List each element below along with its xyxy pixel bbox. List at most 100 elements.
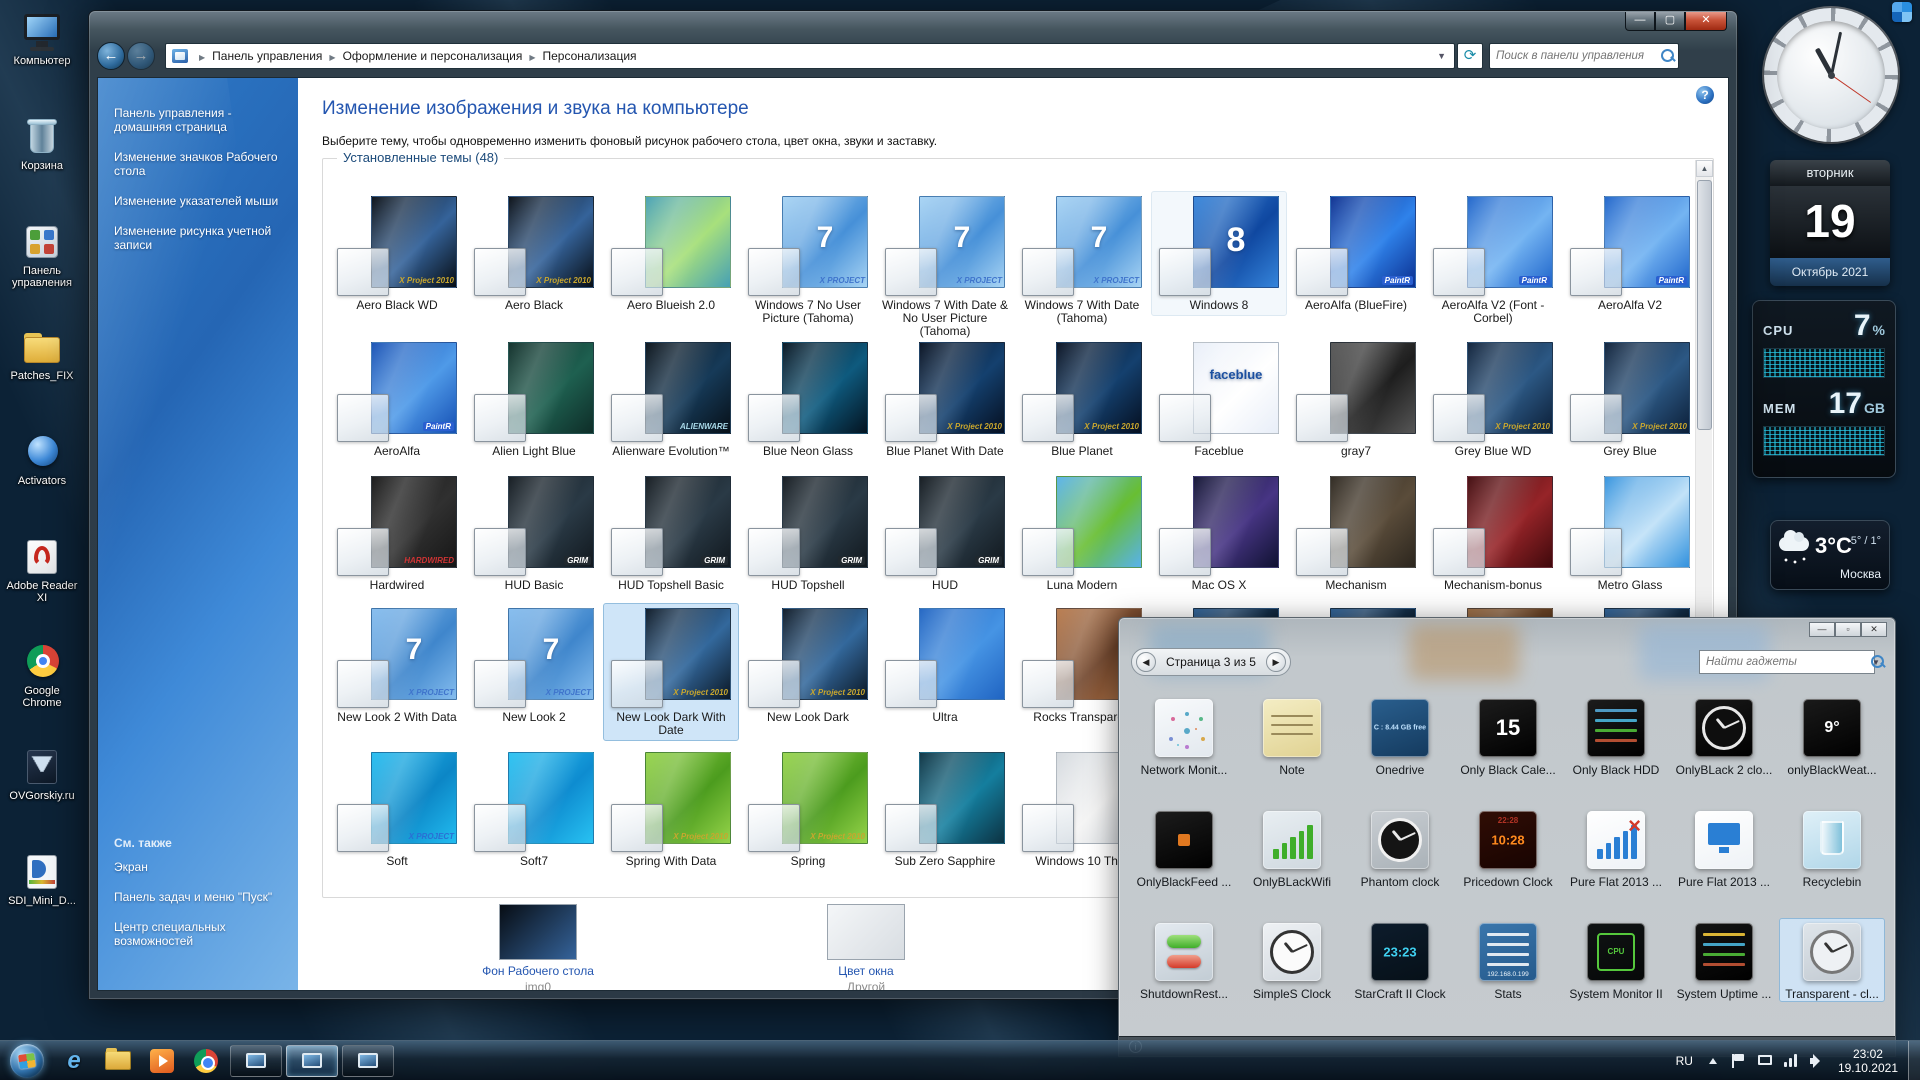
maximize-button[interactable]: ▫ (1835, 622, 1861, 637)
network-icon[interactable] (1781, 1051, 1801, 1071)
desktop-icon-blue-orb[interactable]: Activators (6, 432, 78, 528)
gadget-item[interactable]: OnlyBlackFeed ... (1131, 806, 1237, 890)
language-indicator[interactable]: RU (1669, 1054, 1700, 1068)
theme-item[interactable]: X Project 2010 New Look Dark (740, 603, 876, 728)
sidebar-link[interactable]: Изменение рисунка учетной записи (114, 224, 286, 252)
clock-gadget[interactable] (1764, 8, 1898, 142)
prev-page-icon[interactable]: ◀ (1136, 652, 1156, 672)
theme-item[interactable]: PaintR AeroAlfa V2 (Font - Corbel) (1425, 191, 1561, 329)
breadcrumb-segment[interactable]: Персонализация (542, 49, 636, 63)
maximize-button[interactable]: ▢ (1655, 12, 1685, 31)
theme-item[interactable]: X Project 2010 New Look Dark With Date (603, 603, 739, 741)
theme-item[interactable]: 7X PROJECT Windows 7 No User Picture (Tah… (740, 191, 876, 329)
theme-item[interactable]: Mechanism-bonus (1425, 471, 1561, 596)
gadget-item[interactable]: OnlyBLackWifi (1239, 806, 1345, 890)
gadget-search-input[interactable] (1700, 656, 1868, 668)
taskbar-media-player-icon[interactable] (142, 1045, 182, 1077)
breadcrumb-dropdown-icon[interactable]: ▼ (1429, 51, 1454, 61)
gadget-item[interactable]: CPU System Monitor II (1563, 918, 1669, 1002)
theme-item[interactable]: X Project 2010 Grey Blue WD (1425, 337, 1561, 462)
theme-item[interactable]: 7X PROJECT Windows 7 With Date & No User … (877, 191, 1013, 342)
see-also-link[interactable]: Экран (114, 860, 286, 874)
theme-item[interactable]: GRIM HUD Basic (466, 471, 602, 596)
see-also-link[interactable]: Центр специальных возможностей (114, 920, 286, 948)
gadget-item[interactable]: 15 Only Black Cale... (1455, 694, 1561, 778)
minimize-button[interactable]: — (1625, 12, 1655, 31)
theme-item[interactable]: Soft7 (466, 747, 602, 872)
taskbar-window-button-active[interactable] (286, 1044, 338, 1077)
theme-item[interactable]: Ultra (877, 603, 1013, 728)
gadget-item[interactable]: Recyclebin (1779, 806, 1885, 890)
calendar-gadget[interactable]: вторник 19 Октябрь 2021 (1770, 160, 1890, 286)
gadget-item[interactable]: C : 8.44 GB free Onedrive (1347, 694, 1453, 778)
display-icon[interactable] (1755, 1051, 1775, 1071)
desktop-icon-adobe-reader[interactable]: Adobe Reader XI (6, 537, 78, 633)
theme-item[interactable]: X Project 2010 Spring With Data (603, 747, 739, 872)
footer-item[interactable]: Цвет окна Другой (776, 904, 956, 990)
theme-item[interactable]: Mac OS X (1151, 471, 1287, 596)
scroll-up-icon[interactable]: ▲ (1696, 160, 1713, 177)
action-center-flag-icon[interactable] (1729, 1051, 1749, 1071)
taskbar-chrome-icon[interactable] (186, 1045, 226, 1077)
search-icon[interactable] (1658, 46, 1674, 66)
theme-item[interactable]: X Project 2010 Spring (740, 747, 876, 872)
sidebar-link[interactable]: Изменение значков Рабочего стола (114, 150, 286, 178)
desktop-icon-chrome[interactable]: Google Chrome (6, 642, 78, 738)
sidebar-link[interactable]: Панель управления - домашняя страница (114, 106, 286, 134)
gadget-item[interactable]: 22:28 10:28 Pricedown Clock (1455, 806, 1561, 890)
volume-icon[interactable] (1807, 1051, 1827, 1071)
show-desktop-button[interactable] (1908, 1041, 1920, 1080)
desktop-icon-control-panel[interactable]: Панель управления (6, 222, 78, 318)
gadget-item[interactable]: OnlyBLack 2 clo... (1671, 694, 1777, 778)
theme-item[interactable]: Metro Glass (1562, 471, 1698, 596)
footer-item[interactable]: Фон Рабочего стола img0 (448, 904, 628, 990)
gadget-item[interactable]: 9° onlyBlackWeat... (1779, 694, 1885, 778)
taskbar-window-button[interactable] (230, 1044, 282, 1077)
theme-item[interactable]: PaintR AeroAlfa (329, 337, 465, 462)
theme-item[interactable]: 7X PROJECT Windows 7 With Date (Tahoma) (1014, 191, 1150, 329)
gadget-item[interactable]: Network Monit... (1131, 694, 1237, 778)
theme-item[interactable]: 7X PROJECT New Look 2 (466, 603, 602, 728)
refresh-button[interactable]: ⟳ (1457, 43, 1483, 69)
desktop-icon-folder[interactable]: Patches_FIX (6, 327, 78, 423)
desktop-icon-computer[interactable]: Компьютер (6, 12, 78, 108)
help-icon[interactable]: ? (1696, 86, 1714, 104)
theme-item[interactable]: 7X PROJECT New Look 2 With Data (329, 603, 465, 728)
next-page-icon[interactable]: ▶ (1265, 652, 1286, 672)
see-also-link[interactable]: Панель задач и меню "Пуск" (114, 890, 286, 904)
gadget-item[interactable]: 23:23 StarCraft II Clock (1347, 918, 1453, 1002)
desktop-icon-recycle-bin[interactable]: Корзина (6, 117, 78, 213)
sidebar-link[interactable]: Изменение указателей мыши (114, 194, 286, 208)
taskbar-ie-icon[interactable]: e (54, 1045, 94, 1077)
desktop-icon-sdi[interactable]: SDI_Mini_D... (6, 852, 78, 948)
gadget-item[interactable]: × Pure Flat 2013 ... (1563, 806, 1669, 890)
theme-item[interactable]: X PROJECT Soft (329, 747, 465, 872)
theme-item[interactable]: GRIM HUD Topshell (740, 471, 876, 596)
theme-item[interactable]: X Project 2010 Blue Planet (1014, 337, 1150, 462)
theme-item[interactable]: PaintR AeroAlfa (BlueFire) (1288, 191, 1424, 316)
theme-item[interactable]: Luna Modern (1014, 471, 1150, 596)
minimize-button[interactable]: — (1809, 622, 1835, 637)
theme-item[interactable]: X Project 2010 Aero Black (466, 191, 602, 316)
cpu-meter-gadget[interactable]: CPU 7% MEM 17 GB (1752, 300, 1896, 478)
tray-clock[interactable]: 23:02 19.10.2021 (1830, 1047, 1908, 1075)
gadget-item[interactable]: 192.168.0.199 Stats (1455, 918, 1561, 1002)
scrollbar-thumb[interactable] (1697, 180, 1712, 430)
close-button[interactable]: ✕ (1685, 12, 1727, 31)
theme-item[interactable]: Alien Light Blue (466, 337, 602, 462)
theme-item[interactable]: GRIM HUD Topshell Basic (603, 471, 739, 596)
forward-button[interactable]: → (127, 42, 155, 70)
search-input[interactable] (1490, 50, 1658, 62)
gadget-item[interactable]: Phantom clock (1347, 806, 1453, 890)
back-button[interactable]: ← (97, 42, 125, 70)
corner-widget-icon[interactable] (1892, 2, 1912, 22)
theme-item[interactable]: HARDWIRED Hardwired (329, 471, 465, 596)
theme-item[interactable]: X Project 2010 Blue Planet With Date (877, 337, 1013, 462)
gadget-item[interactable]: System Uptime ... (1671, 918, 1777, 1002)
gadget-item[interactable]: Only Black HDD (1563, 694, 1669, 778)
theme-item[interactable]: GRIM HUD (877, 471, 1013, 596)
desktop-icon-ovgorskiy[interactable]: OVGorskiy.ru (6, 747, 78, 843)
theme-item[interactable]: X Project 2010 Grey Blue (1562, 337, 1698, 462)
breadcrumb-segment[interactable]: Оформление и персонализация (343, 49, 523, 63)
theme-item[interactable]: Blue Neon Glass (740, 337, 876, 462)
